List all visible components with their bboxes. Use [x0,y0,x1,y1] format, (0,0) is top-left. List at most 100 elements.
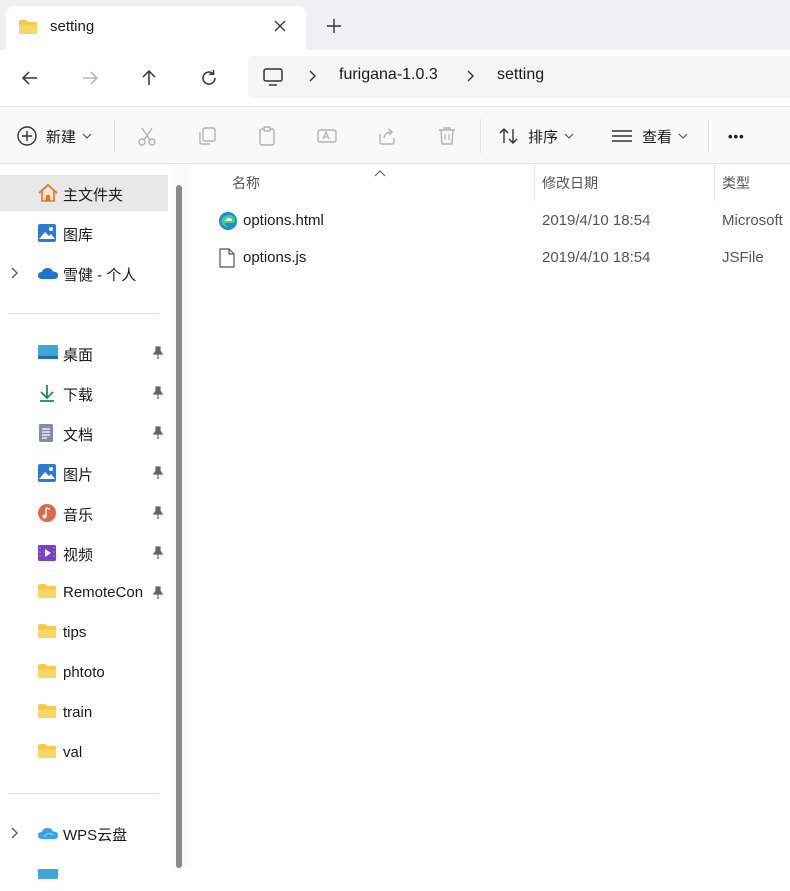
chevron-right-icon[interactable] [10,266,20,284]
gallery-icon [37,223,57,243]
sidebar-item-label: 视频 [63,547,94,564]
view-button[interactable]: 查看 [610,121,688,151]
pin-icon[interactable] [152,586,164,604]
chevron-right-icon[interactable] [308,69,318,87]
computer-icon[interactable] [262,67,284,91]
sidebar-item-label: 图片 [63,467,94,484]
desktop-icon [37,343,58,363]
file-row[interactable]: options.js 2019/4/10 18:54 JSFile [210,240,790,276]
music-icon [37,503,57,523]
delete-button[interactable] [436,121,458,151]
tab-setting[interactable]: setting [6,6,306,50]
new-label: 新建 [46,128,77,146]
more-icon: ••• [728,128,745,144]
sidebar-item-label: phtoto [63,664,105,681]
chevron-down-icon [678,133,688,139]
chevron-down-icon [564,133,574,139]
sidebar-item-videos[interactable]: 视频 [0,535,168,571]
up-button[interactable] [133,62,165,94]
pin-icon[interactable] [152,426,164,444]
sidebar-item-wps-cloud[interactable]: WPS云盘 [0,815,168,851]
file-name: options.html [243,212,324,229]
tab-bar: setting [0,0,790,50]
view-label: 查看 [642,128,673,146]
more-options-button[interactable]: ••• [728,121,745,151]
sidebar-item-label: train [63,704,93,721]
new-tab-button[interactable] [322,14,346,38]
arrow-left-icon [21,71,37,85]
tab-title: setting [50,18,95,35]
breadcrumb-setting[interactable]: setting [497,66,544,84]
navigation-pane: 主文件夹 图库 雪健 - 个人 桌面 下载 文档 图片 音乐 视频 Remote… [0,165,172,879]
back-button[interactable] [14,62,46,94]
sidebar-scrollbar-thumb[interactable] [176,185,182,868]
folder-icon [18,19,38,39]
column-header-name[interactable]: 名称 [232,173,260,193]
file-icon [218,248,236,272]
address-bar[interactable]: furigana-1.0.3 setting [248,56,790,98]
column-header-modified[interactable]: 修改日期 [542,173,598,193]
new-button[interactable]: 新建 [16,121,92,151]
folder-icon [37,623,57,643]
sidebar-item-partial[interactable] [0,855,168,891]
pin-icon[interactable] [152,546,164,564]
navigation-row: furigana-1.0.3 setting [0,50,790,106]
sidebar-item-home[interactable]: 主文件夹 [0,175,168,211]
sidebar-item-music[interactable]: 音乐 [0,495,168,531]
refresh-button[interactable] [193,62,225,94]
rename-button[interactable] [316,121,338,151]
sidebar-item-pictures[interactable]: 图片 [0,455,168,491]
wps-cloud-icon [37,823,58,843]
sidebar-item-documents[interactable]: 文档 [0,415,168,451]
close-icon[interactable] [268,14,292,38]
scissors-icon [138,127,156,146]
rename-icon [317,129,337,143]
plus-circle-icon [17,126,37,146]
paste-button[interactable] [256,121,278,151]
sidebar-item-downloads[interactable]: 下载 [0,375,168,411]
sidebar-item-onedrive[interactable]: 雪健 - 个人 [0,255,168,291]
sidebar-item-label: tips [63,624,87,641]
pin-icon[interactable] [152,346,164,364]
videos-icon [37,543,57,563]
forward-button[interactable] [74,62,106,94]
sidebar-item-label: val [63,744,83,761]
sidebar-item-gallery[interactable]: 图库 [0,215,168,251]
pin-icon[interactable] [152,466,164,484]
sidebar-item-label: 图库 [63,227,94,244]
file-row[interactable]: options.html 2019/4/10 18:54 Microsoft [210,203,790,239]
sort-icon [499,128,518,144]
sidebar-item-phtoto[interactable]: phtoto [0,655,168,691]
download-icon [37,383,57,403]
chevron-right-icon[interactable] [10,826,20,844]
share-icon [379,128,395,145]
sidebar-item-val[interactable]: val [0,735,168,771]
sidebar-item-desktop[interactable]: 桌面 [0,335,168,371]
pin-icon[interactable] [152,386,164,404]
breadcrumb-furigana[interactable]: furigana-1.0.3 [339,66,438,84]
arrow-up-icon [142,69,156,85]
file-date: 2019/4/10 18:54 [542,212,651,229]
sidebar-item-remotecon[interactable]: RemoteCon [0,575,168,611]
cut-button[interactable] [136,121,158,151]
sidebar-item-tips[interactable]: tips [0,615,168,651]
pin-icon[interactable] [152,506,164,524]
sidebar-item-train[interactable]: train [0,695,168,731]
sort-label: 排序 [528,128,559,146]
copy-button[interactable] [196,121,218,151]
sidebar-item-label: 下载 [63,387,94,404]
copy-icon [199,127,216,145]
sort-button[interactable]: 排序 [498,121,574,151]
pictures-icon [37,463,57,483]
sidebar-item-label: 雪健 - 个人 [63,267,137,284]
share-button[interactable] [376,121,398,151]
chevron-down-icon [82,133,92,139]
sidebar-item-label: RemoteCon [63,584,144,601]
folder-icon [37,663,57,683]
onedrive-icon [37,263,58,283]
file-type: Microsoft [722,212,783,229]
chevron-right-icon[interactable] [466,69,476,87]
column-header-type[interactable]: 类型 [722,173,750,193]
folder-icon [37,583,57,603]
sidebar-item-label: 主文件夹 [63,187,124,204]
